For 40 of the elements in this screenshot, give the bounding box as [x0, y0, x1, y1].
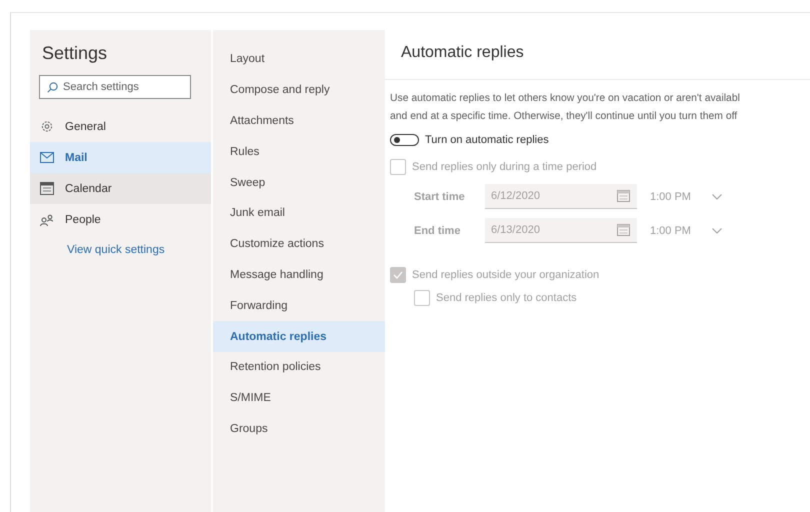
chevron-down-icon	[712, 228, 722, 234]
category-item[interactable]: Sweep	[213, 167, 385, 198]
people-icon	[40, 214, 54, 226]
category-item[interactable]: Automatic replies	[213, 321, 385, 352]
toggle-label: Turn on automatic replies	[425, 134, 549, 146]
sidebar-item[interactable]: Calendar	[30, 173, 211, 204]
sidebar-item[interactable]: Mail	[30, 142, 211, 173]
category-item[interactable]: Forwarding	[213, 290, 385, 322]
category-item[interactable]: Junk email	[213, 198, 385, 229]
category-item[interactable]: Groups	[213, 414, 385, 444]
time-label: Start time	[414, 190, 466, 202]
search-icon	[47, 82, 58, 93]
view-quick-settings-link[interactable]: View quick settings	[67, 244, 165, 256]
chevron-down-icon	[712, 194, 722, 200]
panel-title: Automatic replies	[401, 44, 525, 63]
category-item[interactable]: Layout	[213, 44, 385, 75]
search-field[interactable]: Search settings	[39, 75, 191, 99]
category-item[interactable]: Rules	[213, 136, 385, 168]
calendar-icon	[617, 224, 630, 236]
description-text: and end at a specific time. Otherwise, they'll continue until you turn them off	[390, 110, 738, 124]
checkbox-label: Send replies only to contacts	[436, 292, 577, 304]
description-text: Use automatic replies to let others know you're on vacation or aren't availabl	[390, 92, 741, 106]
checkbox-label: Send replies outside your organization	[412, 269, 600, 281]
sidebar-item[interactable]: People	[30, 204, 211, 235]
calendar-icon	[617, 190, 630, 202]
checkbox-label: Send replies only during a time period	[412, 161, 597, 173]
time-label: End time	[414, 224, 462, 236]
category-item[interactable]: S/MIME	[213, 382, 385, 414]
settings-title: Settings	[42, 43, 108, 64]
category-item[interactable]: Message handling	[213, 260, 385, 290]
mail-icon	[40, 152, 54, 163]
category-item[interactable]: Attachments	[213, 106, 385, 136]
check-icon	[393, 271, 403, 279]
sidebar-item[interactable]: General	[30, 111, 211, 142]
gear-icon	[40, 120, 54, 133]
category-item[interactable]: Retention policies	[213, 352, 385, 383]
category-item[interactable]: Compose and reply	[213, 74, 385, 106]
toggle-switch[interactable]	[390, 134, 419, 146]
category-item[interactable]: Customize actions	[213, 228, 385, 260]
calendar-icon	[40, 182, 54, 195]
